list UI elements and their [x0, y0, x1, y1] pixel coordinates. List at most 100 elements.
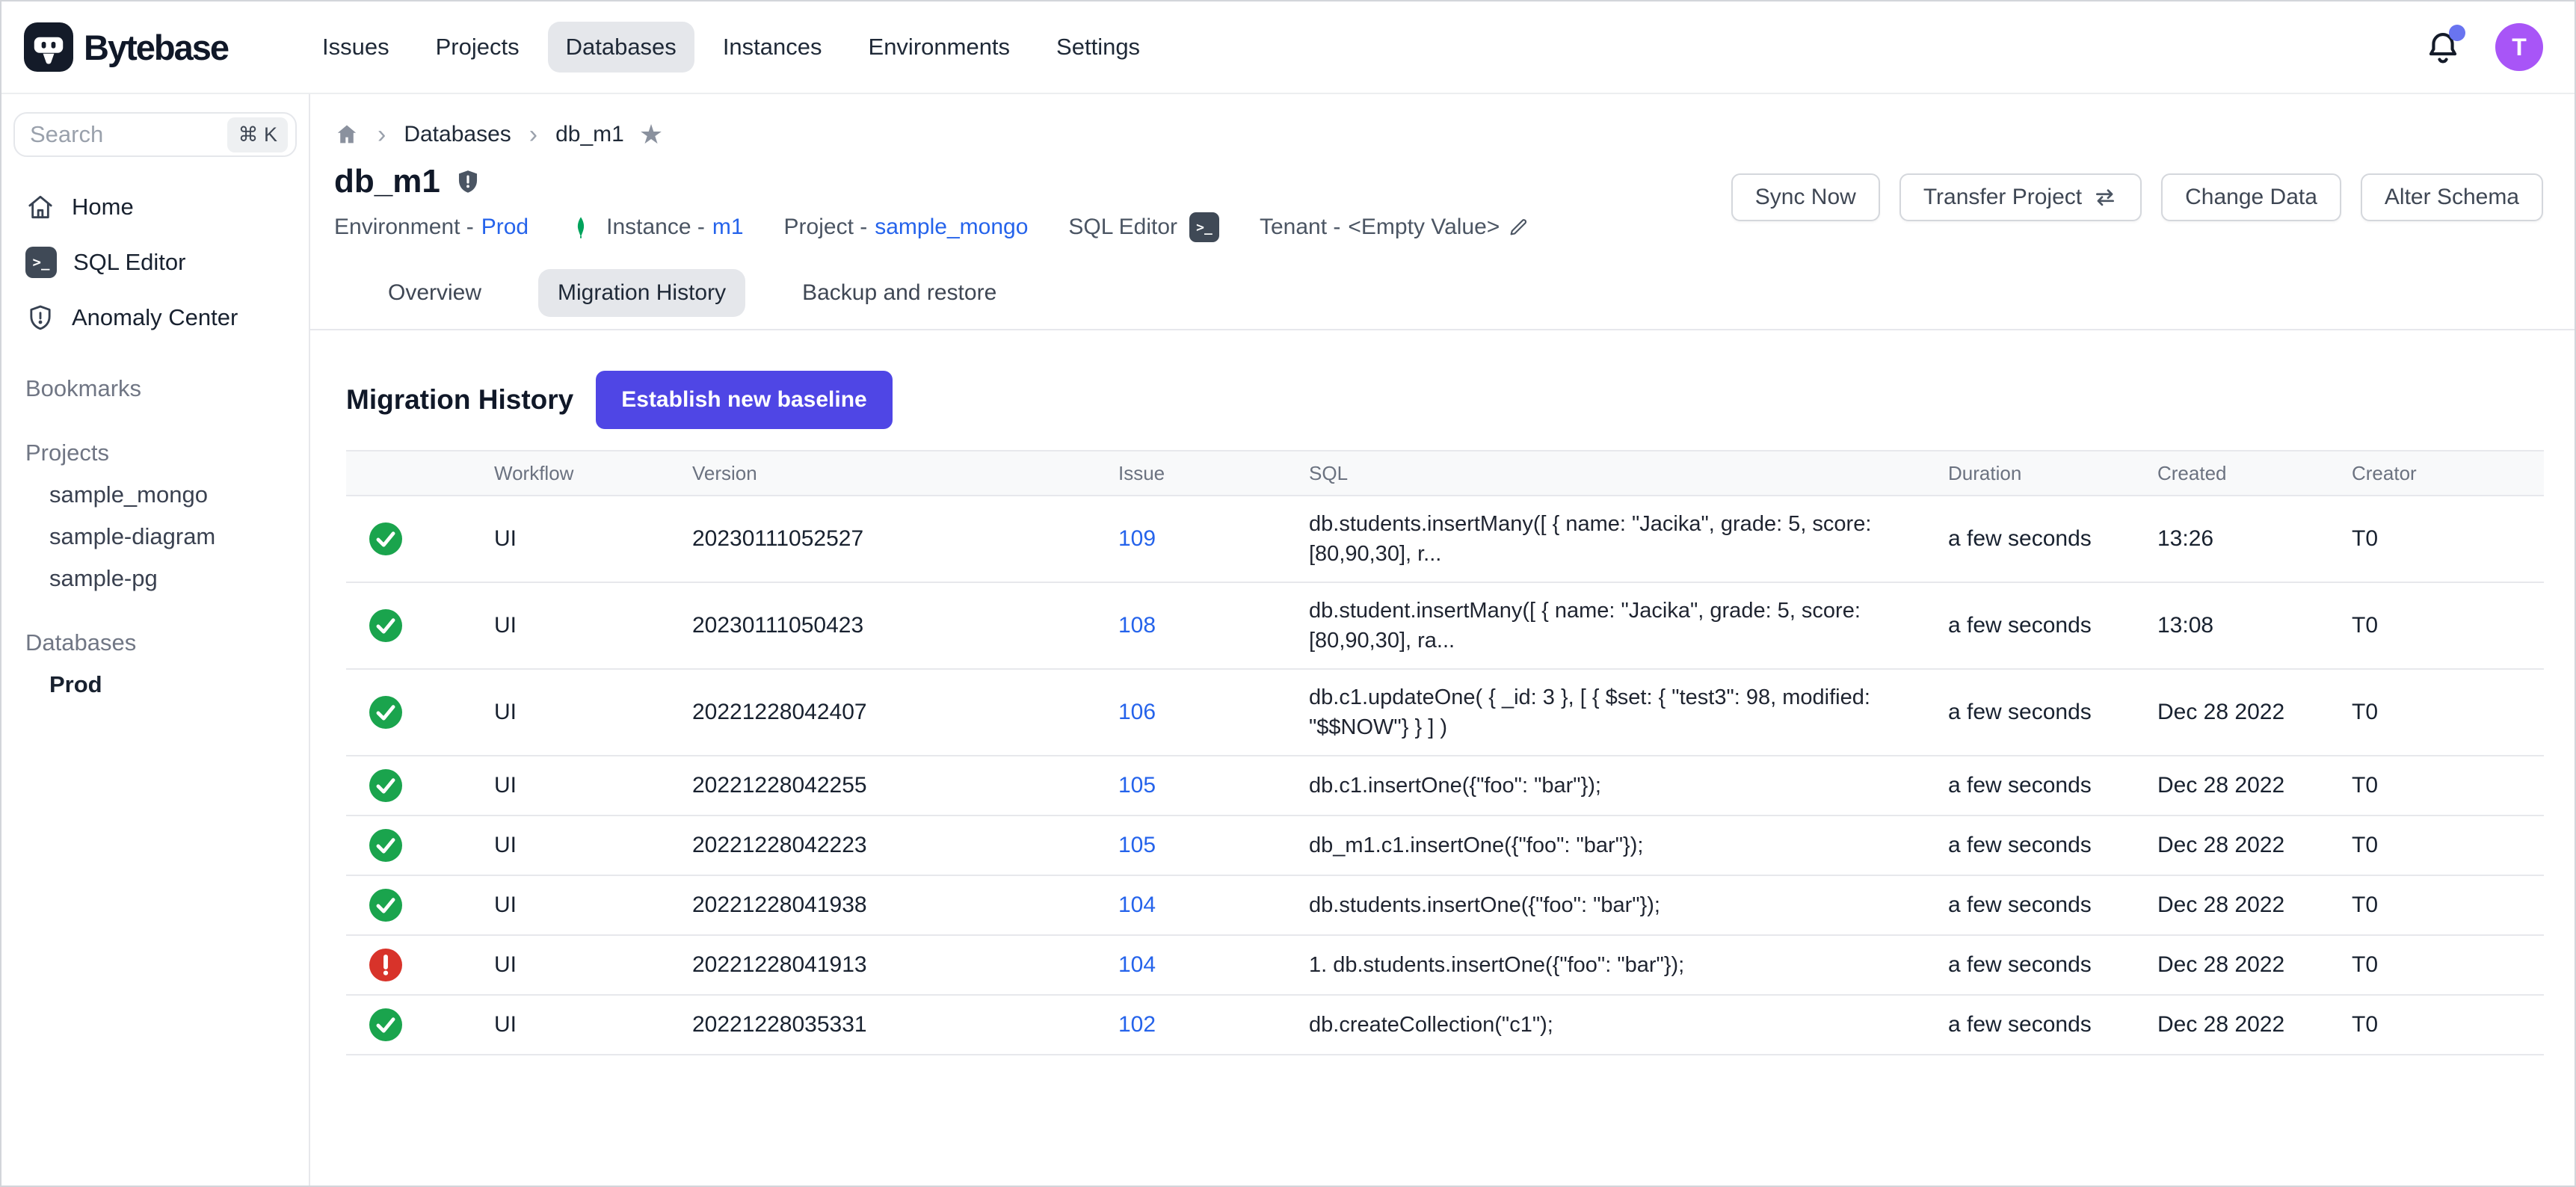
sidebar: Search ⌘ K Home >_ SQL Editor [1, 94, 310, 1186]
sidebar-project-sample-pg[interactable]: sample-pg [1, 558, 309, 599]
version-cell: 20221228041913 [692, 950, 1118, 980]
sidebar-item-sql-editor[interactable]: >_ SQL Editor [1, 235, 309, 290]
sidebar-item-home[interactable]: Home [1, 179, 309, 235]
table-row[interactable]: UI 20221228042407 106 db.c1.updateOne( {… [346, 670, 2544, 756]
table-row[interactable]: UI 20221228042255 105 db.c1.insertOne({"… [346, 756, 2544, 816]
sidebar-item-label: Home [72, 194, 134, 221]
version-cell: 20221228042255 [692, 771, 1118, 801]
tenant-meta: Tenant - <Empty Value> [1260, 215, 1529, 240]
notification-dot [2449, 25, 2465, 41]
duration-cell: a few seconds [1948, 830, 2157, 860]
favorite-star-icon[interactable]: ★ [639, 119, 663, 150]
duration-cell: a few seconds [1948, 524, 2157, 554]
environment-label: Environment - [334, 215, 474, 240]
breadcrumb-separator: › [375, 122, 389, 147]
created-cell: 13:26 [2157, 524, 2352, 554]
status-cell [346, 769, 494, 802]
issue-link[interactable]: 104 [1118, 890, 1309, 920]
duration-cell: a few seconds [1948, 890, 2157, 920]
search-placeholder: Search [30, 121, 227, 148]
creator-cell: T0 [2352, 1010, 2544, 1040]
duration-cell: a few seconds [1948, 611, 2157, 641]
notification-bell-icon[interactable] [2424, 28, 2462, 67]
table-row[interactable]: UI 20221228042223 105 db_m1.c1.insertOne… [346, 816, 2544, 876]
sql-cell: 1. db.students.insertOne({"foo": "bar"})… [1309, 950, 1948, 980]
version-cell: 20230111050423 [692, 611, 1118, 641]
status-success-icon [369, 609, 402, 642]
breadcrumb-db-m1[interactable]: db_m1 [555, 122, 624, 147]
issue-link[interactable]: 105 [1118, 771, 1309, 801]
page-actions: Sync Now Transfer Project Change Data Al… [1731, 173, 2543, 221]
breadcrumb-databases[interactable]: Databases [404, 122, 511, 147]
status-success-icon [369, 696, 402, 729]
status-success-icon [369, 1008, 402, 1041]
creator-cell: T0 [2352, 771, 2544, 801]
column-duration: Duration [1948, 462, 2157, 485]
project-link[interactable]: sample_mongo [875, 215, 1028, 240]
sidebar-database-prod[interactable]: Prod [1, 664, 309, 706]
home-breadcrumb-icon[interactable] [334, 122, 360, 147]
nav-item-instances[interactable]: Instances [705, 22, 840, 73]
nav-item-databases[interactable]: Databases [548, 22, 694, 73]
environment-link[interactable]: Prod [481, 215, 529, 240]
table-body: UI 20230111052527 109 db.students.insert… [346, 496, 2544, 1055]
section-heading: Migration History [346, 384, 573, 416]
sync-now-button[interactable]: Sync Now [1731, 173, 1880, 221]
sql-cell: db_m1.c1.insertOne({"foo": "bar"}); [1309, 830, 1948, 860]
column-created: Created [2157, 462, 2352, 485]
database-tabs: Overview Migration History Backup and re… [310, 269, 2575, 330]
workflow-cell: UI [494, 950, 692, 980]
table-row[interactable]: UI 20221228035331 102 db.createCollectio… [346, 996, 2544, 1055]
sql-editor-label: SQL Editor [1068, 215, 1177, 240]
sidebar-project-sample-diagram[interactable]: sample-diagram [1, 516, 309, 558]
creator-cell: T0 [2352, 611, 2544, 641]
sidebar-header-projects: Projects [1, 432, 309, 474]
status-cell [346, 609, 494, 642]
nav-item-environments[interactable]: Environments [851, 22, 1029, 73]
nav-item-projects[interactable]: Projects [418, 22, 537, 73]
status-cell [346, 829, 494, 862]
workflow-cell: UI [494, 524, 692, 554]
project-meta: Project - sample_mongo [784, 215, 1029, 240]
issue-link[interactable]: 106 [1118, 697, 1309, 727]
instance-link[interactable]: m1 [712, 215, 744, 240]
migration-table: Workflow Version Issue SQL Duration Crea… [346, 450, 2544, 1055]
table-row[interactable]: UI 20230111052527 109 db.students.insert… [346, 496, 2544, 583]
status-cell [346, 696, 494, 729]
change-data-button[interactable]: Change Data [2161, 173, 2341, 221]
issue-link[interactable]: 109 [1118, 524, 1309, 554]
home-icon [25, 192, 55, 222]
issue-link[interactable]: 102 [1118, 1010, 1309, 1040]
status-error-icon [369, 949, 402, 981]
table-row[interactable]: UI 20221228041913 104 1. db.students.ins… [346, 936, 2544, 996]
brand[interactable]: Bytebase [24, 22, 304, 72]
version-cell: 20221228042407 [692, 697, 1118, 727]
tab-backup-and-restore[interactable]: Backup and restore [783, 269, 1016, 317]
mongodb-leaf-icon [569, 215, 593, 239]
transfer-project-button[interactable]: Transfer Project [1899, 173, 2142, 221]
sidebar-item-anomaly-center[interactable]: Anomaly Center [1, 290, 309, 345]
created-cell: Dec 28 2022 [2157, 697, 2352, 727]
sql-editor-launch-icon[interactable]: >_ [1189, 212, 1219, 242]
project-label: Project - [784, 215, 868, 240]
issue-link[interactable]: 105 [1118, 830, 1309, 860]
establish-baseline-button[interactable]: Establish new baseline [596, 371, 892, 429]
table-row[interactable]: UI 20221228041938 104 db.students.insert… [346, 876, 2544, 936]
avatar[interactable]: T [2495, 23, 2543, 71]
nav-item-issues[interactable]: Issues [304, 22, 407, 73]
tab-overview[interactable]: Overview [369, 269, 501, 317]
instance-meta: Instance - m1 [606, 215, 743, 240]
alter-schema-button[interactable]: Alter Schema [2361, 173, 2543, 221]
sidebar-project-sample-mongo[interactable]: sample_mongo [1, 474, 309, 516]
search-input[interactable]: Search ⌘ K [13, 112, 297, 157]
column-creator: Creator [2352, 462, 2544, 485]
tab-migration-history[interactable]: Migration History [538, 269, 745, 317]
sidebar-menu: Home >_ SQL Editor Anomaly Center [1, 179, 309, 345]
table-row[interactable]: UI 20230111050423 108 db.student.insertM… [346, 583, 2544, 670]
edit-pencil-icon[interactable] [1507, 216, 1529, 238]
issue-link[interactable]: 104 [1118, 950, 1309, 980]
instance-label: Instance - [606, 215, 705, 240]
workflow-cell: UI [494, 697, 692, 727]
nav-item-settings[interactable]: Settings [1038, 22, 1158, 73]
issue-link[interactable]: 108 [1118, 611, 1309, 641]
